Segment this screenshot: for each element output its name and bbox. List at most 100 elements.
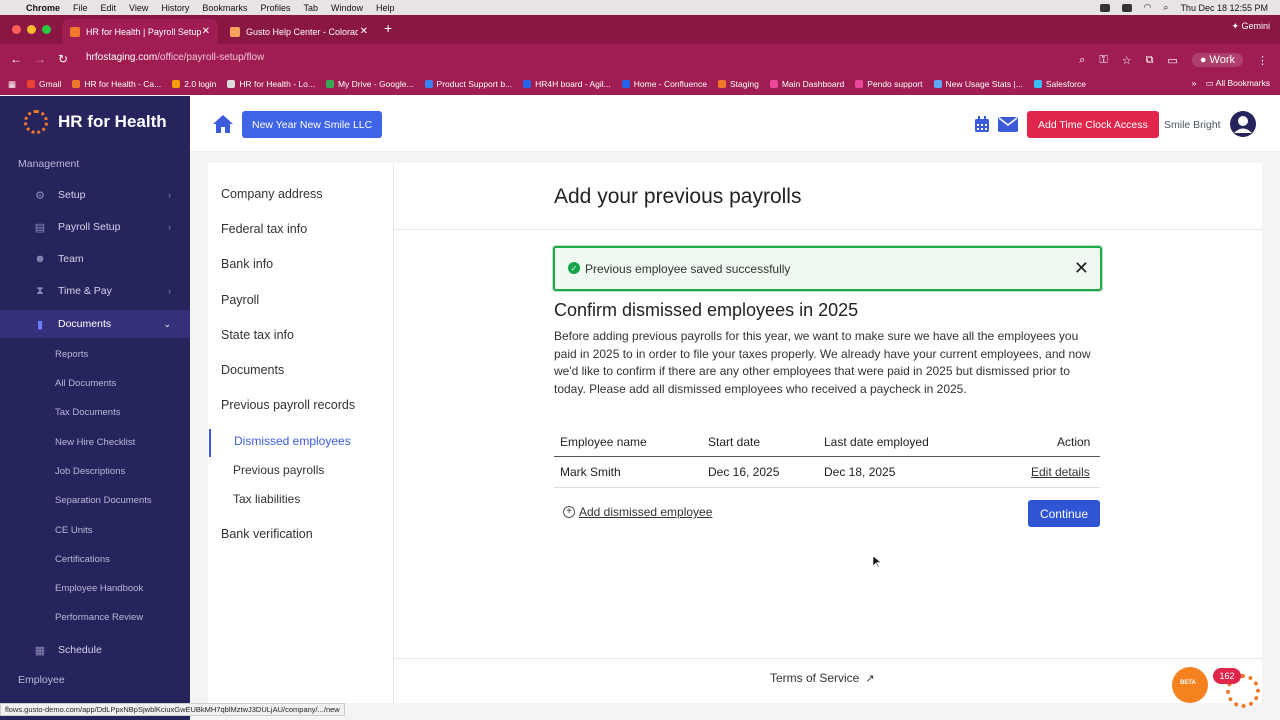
continue-button[interactable]: Continue bbox=[1028, 500, 1100, 527]
step-payroll[interactable]: Payroll bbox=[221, 293, 259, 307]
bookmark-label: Main Dashboard bbox=[781, 79, 845, 89]
bookmark-staging[interactable]: Staging bbox=[717, 79, 759, 89]
logo[interactable]: HR for Health bbox=[24, 110, 167, 134]
user-name[interactable]: Smile Bright bbox=[1164, 119, 1221, 131]
add-time-clock-access-button[interactable]: Add Time Clock Access bbox=[1027, 111, 1159, 138]
minimize-window-button[interactable] bbox=[27, 25, 36, 34]
bookmark-2-0-login[interactable]: 2.0 login bbox=[172, 79, 216, 89]
sidebar-sub-performance-review[interactable]: Performance Review bbox=[55, 612, 143, 623]
back-icon[interactable]: ← bbox=[10, 52, 22, 66]
notification-count-badge[interactable]: 162 bbox=[1213, 668, 1241, 684]
sidebar-sub-reports[interactable]: Reports bbox=[55, 349, 88, 360]
all-bookmarks-button[interactable]: » ▭ All Bookmarks bbox=[1192, 78, 1270, 89]
wifi-icon[interactable]: ◠ bbox=[1144, 2, 1152, 13]
bookmark-my-drive[interactable]: My Drive - Google... bbox=[325, 79, 414, 89]
bookmark-label: HR4H board - Agil... bbox=[535, 79, 611, 89]
zoom-window-button[interactable] bbox=[42, 25, 51, 34]
sidebar-sub-new-hire-checklist[interactable]: New Hire Checklist bbox=[55, 437, 135, 448]
bookmark-gmail[interactable]: Gmail bbox=[27, 79, 61, 89]
battery-icon[interactable] bbox=[1121, 3, 1132, 12]
substep-dismissed-employees[interactable]: Dismissed employees bbox=[234, 434, 351, 448]
bookmark-new-usage-stats[interactable]: New Usage Stats |... bbox=[933, 79, 1023, 89]
check-circle-icon: ✓ bbox=[568, 262, 580, 274]
calendar-icon[interactable] bbox=[974, 116, 990, 133]
password-key-icon[interactable]: ⚿ bbox=[1099, 54, 1107, 67]
company-switcher-button[interactable]: New Year New Smile LLC bbox=[242, 111, 383, 138]
sidebar-sub-ce-units[interactable]: CE Units bbox=[55, 525, 92, 536]
step-bank-verification[interactable]: Bank verification bbox=[221, 527, 313, 541]
bookmark-hr-for-health-ca[interactable]: HR for Health - Ca... bbox=[72, 79, 161, 89]
menu-window[interactable]: Window bbox=[331, 3, 363, 13]
spotlight-search-icon[interactable]: ⌕ bbox=[1163, 2, 1168, 13]
sidebar-item-label: Payroll Setup bbox=[58, 221, 121, 233]
sidebar-sub-all-documents[interactable]: All Documents bbox=[55, 378, 116, 389]
menu-view[interactable]: View bbox=[129, 3, 148, 13]
terms-of-service-link[interactable]: Terms of Service ↗ bbox=[770, 671, 875, 685]
step-state-tax-info[interactable]: State tax info bbox=[221, 328, 294, 342]
plus-circle-icon: + bbox=[563, 506, 575, 518]
profile-button[interactable]: ● Work bbox=[1191, 53, 1243, 67]
sidebar-item-setup[interactable]: ⚙ Setup › bbox=[0, 181, 190, 209]
gemini-button[interactable]: ✦ Gemini bbox=[1231, 21, 1270, 32]
sidebar-sub-job-descriptions[interactable]: Job Descriptions bbox=[55, 466, 125, 477]
menu-bookmarks[interactable]: Bookmarks bbox=[202, 3, 247, 13]
bookmark-pendo-support[interactable]: Pendo support bbox=[855, 79, 923, 89]
menu-history[interactable]: History bbox=[161, 3, 189, 13]
gear-icon: ⚙ bbox=[35, 189, 45, 202]
tab-close-icon[interactable]: ✕ bbox=[202, 26, 210, 37]
home-icon[interactable] bbox=[212, 114, 234, 134]
substep-tax-liabilities[interactable]: Tax liabilities bbox=[233, 492, 300, 506]
add-dismissed-employee-link[interactable]: + Add dismissed employee bbox=[563, 505, 712, 519]
sidebar-sub-separation-documents[interactable]: Separation Documents bbox=[55, 495, 152, 506]
sidebar-item-team[interactable]: ☻ Team bbox=[0, 245, 190, 273]
step-bank-info[interactable]: Bank info bbox=[221, 257, 273, 271]
browser-tab-active[interactable]: HR for Health | Payroll Setup ✕ bbox=[62, 19, 218, 44]
sidebar-sub-certifications[interactable]: Certifications bbox=[55, 554, 110, 565]
sidebar-sub-employee-handbook[interactable]: Employee Handbook bbox=[55, 583, 143, 594]
add-dismissed-employee-label: Add dismissed employee bbox=[579, 505, 713, 519]
zoom-icon[interactable]: ⌕ bbox=[1079, 54, 1085, 67]
browser-tab[interactable]: Gusto Help Center - Colorado ✕ bbox=[222, 19, 376, 44]
apps-grid-icon[interactable]: ▦ bbox=[8, 79, 16, 90]
sidebar-item-schedule[interactable]: ▦ Schedule bbox=[0, 636, 190, 664]
forward-icon[interactable]: → bbox=[34, 52, 46, 66]
step-previous-payroll-records[interactable]: Previous payroll records bbox=[221, 398, 355, 412]
step-federal-tax-info[interactable]: Federal tax info bbox=[221, 222, 307, 236]
close-icon[interactable]: ✕ bbox=[1074, 259, 1089, 277]
sidebar-item-documents[interactable]: ▮ Documents ⌄ bbox=[0, 310, 190, 338]
bookmark-salesforce[interactable]: Salesforce bbox=[1033, 79, 1086, 89]
bookmark-confluence[interactable]: Home - Confluence bbox=[621, 79, 707, 89]
browser-menu-icon[interactable]: ⋮ bbox=[1257, 54, 1268, 67]
extensions-icon[interactable]: ⧉ bbox=[1146, 54, 1154, 67]
edit-details-link[interactable]: Edit details bbox=[1031, 465, 1090, 479]
menu-edit[interactable]: Edit bbox=[101, 3, 117, 13]
beta-chat-widget-icon[interactable]: BETA bbox=[1172, 667, 1208, 703]
mail-icon[interactable] bbox=[998, 117, 1018, 132]
close-window-button[interactable] bbox=[12, 25, 21, 34]
bookmark-star-icon[interactable]: ☆ bbox=[1122, 54, 1132, 67]
bookmark-main-dashboard[interactable]: Main Dashboard bbox=[769, 79, 845, 89]
sidebar-item-time-pay[interactable]: ⧗ Time & Pay › bbox=[0, 277, 190, 305]
bookmark-hr-for-health-lo[interactable]: HR for Health - Lo... bbox=[227, 79, 315, 89]
menu-file[interactable]: File bbox=[73, 3, 88, 13]
menu-tab[interactable]: Tab bbox=[303, 3, 318, 13]
step-company-address[interactable]: Company address bbox=[221, 187, 322, 201]
new-tab-icon[interactable]: + bbox=[384, 20, 392, 36]
tab-close-icon[interactable]: ✕ bbox=[360, 26, 368, 37]
side-panel-icon[interactable]: ▭ bbox=[1167, 54, 1177, 67]
menu-help[interactable]: Help bbox=[376, 3, 395, 13]
menu-datetime[interactable]: Thu Dec 18 12:55 PM bbox=[1180, 3, 1268, 13]
bookmark-product-support[interactable]: Product Support b... bbox=[424, 79, 512, 89]
hr-for-health-logo-icon bbox=[24, 110, 48, 134]
substep-previous-payrolls[interactable]: Previous payrolls bbox=[233, 463, 324, 477]
user-avatar-icon[interactable] bbox=[1229, 110, 1257, 138]
sidebar-sub-tax-documents[interactable]: Tax Documents bbox=[55, 407, 120, 418]
sidebar-item-payroll-setup[interactable]: ▤ Payroll Setup › bbox=[0, 213, 190, 241]
bookmark-hr4h-board[interactable]: HR4H board - Agil... bbox=[523, 79, 611, 89]
menu-profiles[interactable]: Profiles bbox=[260, 3, 290, 13]
menu-chrome[interactable]: Chrome bbox=[26, 3, 60, 13]
control-center-icon[interactable] bbox=[1099, 3, 1110, 12]
address-bar[interactable]: hrfostaging.com/office/payroll-setup/flo… bbox=[86, 52, 264, 63]
step-documents[interactable]: Documents bbox=[221, 363, 284, 377]
reload-icon[interactable]: ↻ bbox=[58, 52, 68, 66]
